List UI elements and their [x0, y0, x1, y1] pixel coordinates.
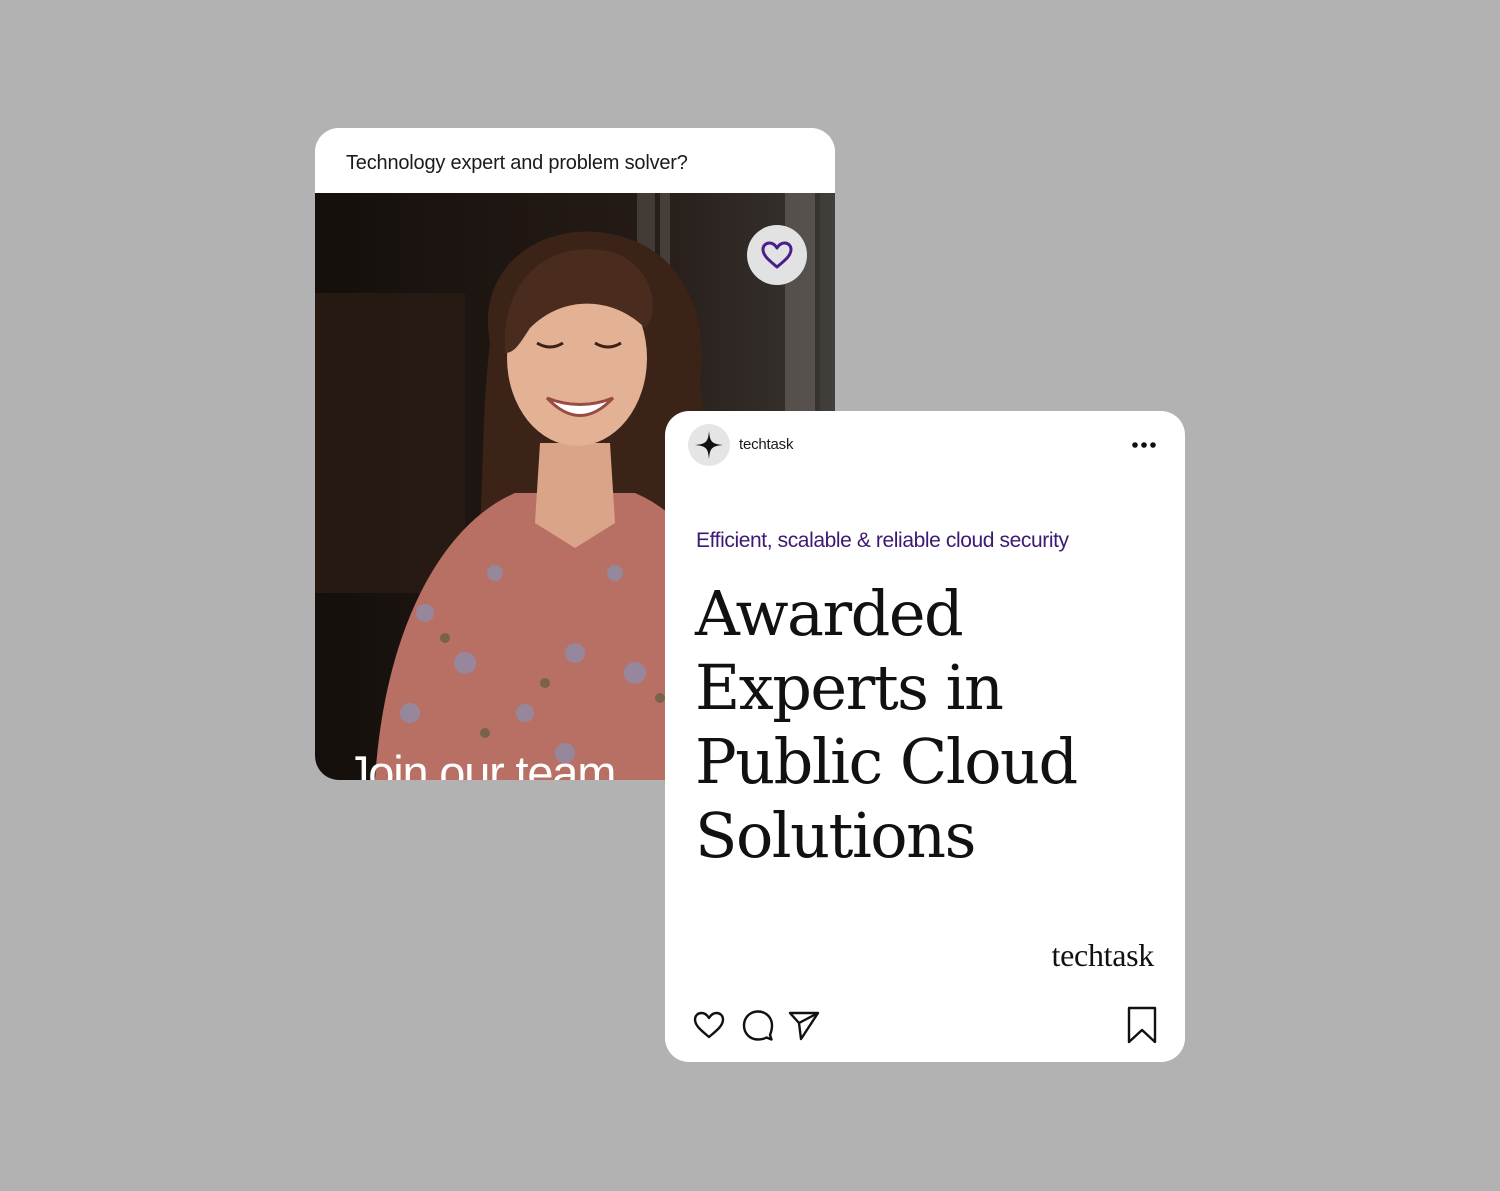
favorite-button[interactable] — [747, 225, 807, 285]
save-button[interactable] — [1124, 1006, 1160, 1044]
comment-icon — [742, 1010, 774, 1041]
like-button[interactable] — [691, 1007, 727, 1043]
post-headline: Awarded Experts in Public Cloud Solution… — [695, 577, 1165, 873]
post-card: techtask Efficient, scalable & reliable … — [665, 411, 1185, 1062]
comment-button[interactable] — [740, 1007, 776, 1043]
recruit-card-header: Technology expert and problem solver? — [315, 128, 835, 193]
recruit-cta-text: Join our team. — [346, 746, 628, 780]
share-button[interactable] — [786, 1007, 822, 1043]
headline-line: Public Cloud — [695, 725, 1078, 798]
send-icon — [788, 1011, 820, 1041]
headline-line: Awarded — [695, 577, 964, 650]
headline-line: Solutions — [695, 799, 976, 872]
post-header: techtask — [665, 411, 1185, 477]
post-actions-bar — [665, 1001, 1185, 1051]
four-point-star-icon — [695, 431, 723, 459]
post-tagline: Efficient, scalable & reliable cloud sec… — [696, 529, 1069, 552]
account-name[interactable]: techtask — [739, 436, 793, 453]
recruit-question: Technology expert and problem solver? — [346, 152, 688, 174]
account-avatar[interactable] — [688, 424, 730, 466]
more-options-button[interactable] — [1129, 433, 1159, 457]
heart-icon — [693, 1011, 725, 1039]
brand-wordmark: techtask — [1051, 937, 1155, 973]
headline-line: Experts in — [695, 651, 1004, 724]
bookmark-icon — [1127, 1006, 1157, 1044]
heart-outline-icon — [761, 241, 793, 269]
more-horizontal-icon — [1132, 442, 1156, 448]
